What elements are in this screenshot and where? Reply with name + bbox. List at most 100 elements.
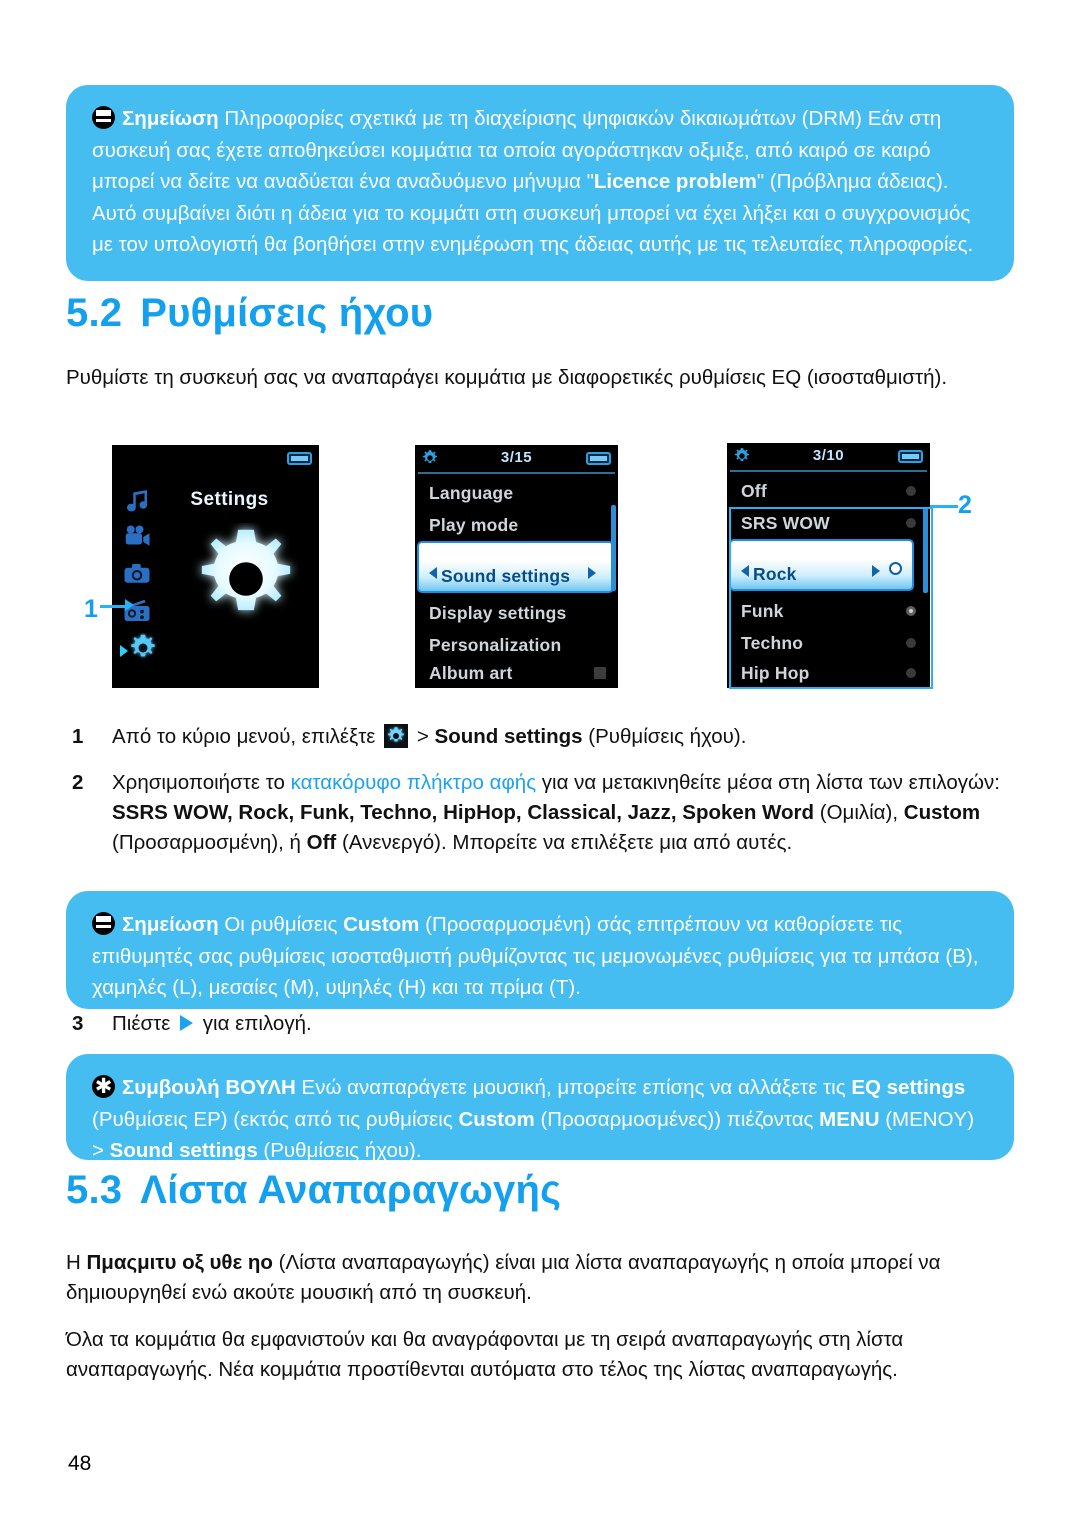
step-3: 3 Πιέστε για επιλογή. [72, 1009, 572, 1039]
step-1: 1 Από το κύριο μενού, επιλέξτε > Sound s… [72, 722, 1002, 752]
tip-keyword-menu: MENU [819, 1107, 880, 1131]
scrollbar[interactable] [923, 507, 928, 593]
selection-arrow-icon [120, 645, 128, 657]
right-arrow-icon [588, 567, 596, 579]
step-3-body: Πιέστε για επιλογή. [112, 1009, 572, 1039]
list-item[interactable]: Play mode [415, 509, 618, 541]
tip-icon: ✱ [92, 1075, 115, 1098]
radio-selected-icon [889, 562, 902, 575]
step-1-keyword: Sound settings [434, 725, 583, 748]
battery-icon [586, 452, 611, 465]
screen-b-statusbar: 3/15 [415, 445, 618, 471]
list-item[interactable]: Funk [727, 595, 930, 627]
list-item[interactable]: SRS WOW [727, 507, 930, 539]
note-label: Σημείωση [122, 107, 219, 130]
step-2: 2 Χρησιμοποιήστε το κατακόρυφο πλήκτρο α… [72, 768, 1018, 858]
radio-dot-icon [906, 606, 916, 616]
section-heading-5-3: 5.3 Λίστα Αναπαραγωγής [66, 1168, 561, 1213]
tip-label: Συμβουλή ΒΟΥΛΗ [122, 1076, 296, 1099]
list-item-label: Hip Hop [741, 663, 810, 683]
album-art-indicator [594, 667, 606, 679]
step-2-keyword-off: Off [306, 831, 337, 854]
list-item-label: Display settings [429, 603, 567, 623]
list-item[interactable]: Hip Hop [727, 657, 930, 688]
step-2-text-post3: (Ανενεργό). Μπορείτε να επιλέξετε μια απ… [336, 831, 793, 854]
note-icon [92, 106, 115, 129]
main-menu-icon-column [120, 485, 164, 670]
section-number: 5.2 [66, 291, 123, 335]
main-menu-screen: Settings [112, 445, 319, 688]
tip-keyword-sound-settings: Sound settings [109, 1139, 258, 1162]
step-3-text-post: για επιλογή. [197, 1012, 312, 1035]
statusbar-divider [418, 472, 615, 474]
settings-list-screen: 3/15 Language Play mode Sound settings D… [415, 445, 618, 688]
step-2-text-pre: Χρησιμοποιήστε το [112, 771, 291, 794]
step-1-text-pre: Από το κύριο μενού, επιλέξτε [112, 725, 382, 748]
right-arrow-icon [872, 565, 880, 577]
note-callout-drm: Σημείωση Πληροφορίες σχετικά με τη διαχε… [66, 85, 1014, 281]
section-53-paragraph-2: Όλα τα κομμάτια θα εμφανιστούν και θα αν… [66, 1328, 904, 1381]
tip-keyword-custom: Custom [458, 1107, 535, 1131]
radio-dot-icon [906, 486, 916, 496]
list-item-label: Sound settings [441, 566, 571, 586]
step-2-number: 2 [72, 771, 84, 794]
list-item[interactable]: Techno [727, 627, 930, 659]
radio-dot-icon [906, 638, 916, 648]
tip-text-part1: Ενώ αναπαράγετε μουσική, μπορείτε επίσης… [295, 1076, 852, 1099]
step-3-number: 3 [72, 1012, 84, 1035]
callout-2-leader-line [930, 505, 958, 508]
list-item-selected[interactable]: Rock [729, 539, 914, 591]
note-keyword-custom: Custom [343, 913, 420, 936]
list-item-selected[interactable]: Sound settings [417, 541, 614, 593]
tip-text-part3: (Προσαρμοσμένες)) πιέζοντας [534, 1107, 820, 1131]
note-label: Σημείωση [122, 913, 219, 936]
list-item[interactable]: Off [727, 475, 930, 507]
para-keyword-playlist: Πμαςμιτυ οξ υθε ηο [86, 1251, 273, 1274]
note-callout-custom: Σημείωση Οι ρυθμίσεις Custom (Προσαρμοσμ… [66, 891, 1014, 1009]
step-1-body: Από το κύριο μενού, επιλέξτε > Sound set… [112, 722, 1002, 752]
step-2-link[interactable]: κατακόρυφο πλήκτρο αφής [291, 771, 537, 794]
list-item-label: Funk [741, 601, 784, 621]
scrollbar[interactable] [611, 505, 616, 591]
statusbar-divider [730, 470, 927, 472]
list-item-label: Play mode [429, 515, 519, 535]
callout-number-2: 2 [958, 491, 972, 519]
gear-icon [190, 523, 302, 640]
list-item-label: Album art [429, 663, 513, 683]
section-number: 5.3 [66, 1168, 123, 1212]
para-pre: Η [66, 1251, 87, 1274]
gear-icon-selected[interactable] [120, 633, 164, 670]
note-keyword-licence-problem: Licence problem [593, 170, 757, 193]
list-item-label: SRS WOW [741, 513, 830, 533]
list-item-label: Personalization [429, 635, 562, 655]
tip-text-part2: (Ρυθμίσεις EP) (εκτός από τις ρυθμίσεις [92, 1107, 459, 1131]
step-2-body: Χρησιμοποιήστε το κατακόρυφο πλήκτρο αφή… [112, 768, 1018, 858]
step-1-text-mid: > [411, 725, 435, 748]
list-item-label: Techno [741, 633, 804, 653]
section-52-intro-paragraph: Ρυθμίστε τη συσκευή σας να αναπαράγει κο… [66, 366, 948, 389]
tip-text-part5: (Ρυθμίσεις ήχου). [257, 1139, 422, 1162]
section-53-paragraph-1: Η Πμαςμιτυ οξ υθε ηο (Λίστα αναπαραγωγής… [66, 1248, 986, 1308]
battery-icon [898, 450, 923, 463]
step-1-text-post: (Ρυθμίσεις ήχου). [582, 725, 747, 748]
callout-1-leader-line [100, 605, 125, 608]
section-heading-5-2: 5.2 Ρυθμίσεις ήχου [66, 291, 433, 336]
photo-camera-icon[interactable] [122, 559, 164, 596]
settings-gear-icon [384, 724, 409, 748]
step-2-options-list: SSRS WOW, Rock, Funk, Techno, HipHop, Cl… [112, 801, 815, 824]
music-note-icon[interactable] [122, 485, 164, 522]
left-arrow-icon [429, 567, 437, 579]
radio-dot-icon [906, 668, 916, 678]
callout-1-arrow-icon [125, 599, 134, 611]
tip-callout-eq: ✱ Συμβουλή ΒΟΥΛΗ Ενώ αναπαράγετε μουσική,… [66, 1054, 1014, 1162]
list-item[interactable]: Display settings [415, 597, 618, 629]
list-item[interactable]: Album art [415, 657, 618, 688]
list-item[interactable]: Language [415, 477, 618, 509]
eq-list-screen: 3/10 Off SRS WOW Rock Funk Techno Hip Ho… [727, 443, 930, 688]
video-camera-icon[interactable] [122, 522, 164, 559]
screen-a-statusbar [112, 445, 319, 471]
tip-keyword-eq-settings: EQ settings [851, 1076, 966, 1099]
step-2-text-mid: για να μετακινηθείτε μέσα στη λίστα των … [536, 771, 1000, 794]
screen-c-statusbar: 3/10 [727, 443, 930, 469]
note-icon [92, 912, 115, 935]
